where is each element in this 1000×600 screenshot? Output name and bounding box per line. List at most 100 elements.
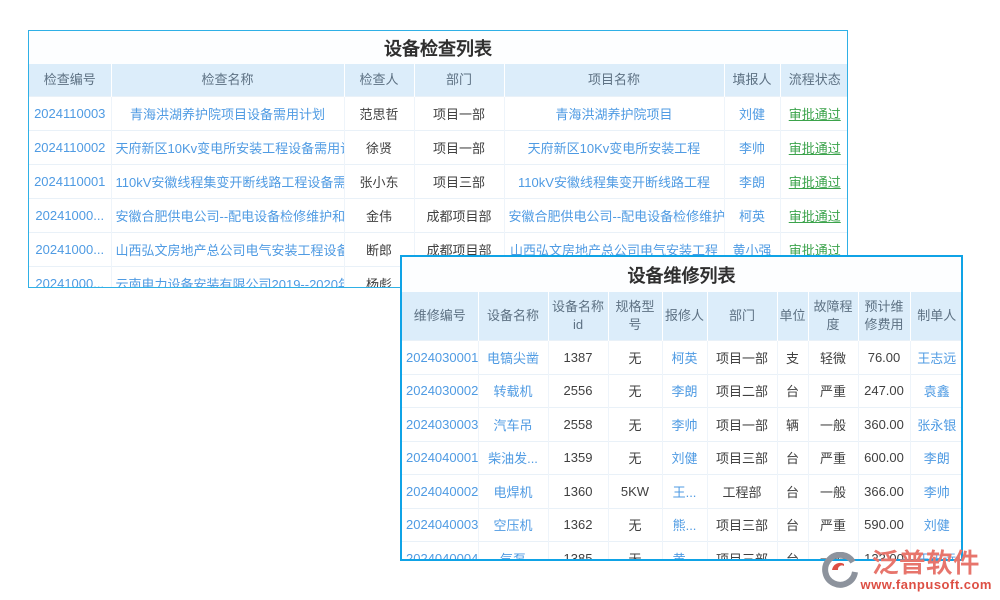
cell-project-name[interactable]: 安徽合肥供电公司--配电设备检修维护...: [504, 199, 724, 233]
cell-unit: 台: [777, 475, 808, 509]
col-header-reporter: 填报人: [724, 64, 780, 97]
cell-equipment-name[interactable]: 汽车吊: [478, 408, 548, 442]
repair-list-window: 设备维修列表 维修编号设备名称设备名称id规格型号报修人部门单位故障程度预计维修…: [400, 255, 963, 561]
col-header-repair-reporter: 报修人: [662, 292, 707, 341]
cell-repair-reporter[interactable]: 柯英: [662, 341, 707, 375]
cell-inspect-no[interactable]: 2024110001: [29, 165, 111, 199]
cell-equipment-id: 2556: [548, 374, 608, 408]
cell-repair-reporter[interactable]: 李朗: [662, 374, 707, 408]
cell-estimated-cost: 600.00: [858, 441, 910, 475]
table-row: 2024040003空压机1362无熊...项目三部台严重590.00刘健: [402, 508, 963, 542]
cell-flow-status[interactable]: 审批通过: [780, 131, 848, 165]
cell-repair-no[interactable]: 2024040004: [402, 542, 478, 562]
cell-repair-reporter[interactable]: 王...: [662, 475, 707, 509]
cell-estimated-cost: 366.00: [858, 475, 910, 509]
cell-department: 项目一部: [707, 341, 777, 375]
cell-unit: 支: [777, 341, 808, 375]
cell-order-creator[interactable]: 刘健: [910, 508, 963, 542]
cell-department: 项目一部: [414, 131, 504, 165]
cell-estimated-cost: 76.00: [858, 341, 910, 375]
cell-inspect-name[interactable]: 安徽合肥供电公司--配电设备检修维护和...: [111, 199, 344, 233]
col-header-estimated-cost: 预计维修费用: [858, 292, 910, 341]
table-row: 2024110002天府新区10Kv变电所安装工程设备需用计划徐贤项目一部天府新…: [29, 131, 848, 165]
fanpu-url: www.fanpusoft.com: [860, 577, 992, 592]
cell-repair-reporter[interactable]: 刘健: [662, 441, 707, 475]
repair-table: 维修编号设备名称设备名称id规格型号报修人部门单位故障程度预计维修费用制单人20…: [402, 292, 963, 561]
cell-inspect-name[interactable]: 青海洪湖养护院项目设备需用计划: [111, 97, 344, 131]
cell-equipment-name[interactable]: 电镐尖凿: [478, 341, 548, 375]
cell-inspect-name[interactable]: 天府新区10Kv变电所安装工程设备需用计划: [111, 131, 344, 165]
cell-spec-model: 无: [608, 374, 662, 408]
cell-reporter[interactable]: 李帅: [724, 131, 780, 165]
cell-repair-reporter[interactable]: 熊...: [662, 508, 707, 542]
cell-inspect-name[interactable]: 云南电力设备安装有限公司2019--2020年...: [111, 267, 344, 289]
cell-equipment-name[interactable]: 转载机: [478, 374, 548, 408]
cell-inspect-no[interactable]: 20241000...: [29, 233, 111, 267]
cell-inspect-name[interactable]: 山西弘文房地产总公司电气安装工程设备...: [111, 233, 344, 267]
col-header-spec-model: 规格型号: [608, 292, 662, 341]
cell-department: 成都项目部: [414, 199, 504, 233]
cell-repair-reporter[interactable]: 李帅: [662, 408, 707, 442]
table-row: 20241000...安徽合肥供电公司--配电设备检修维护和...金伟成都项目部…: [29, 199, 848, 233]
cell-fault-level: 一般: [808, 408, 858, 442]
fanpu-watermark-text: 泛普软件 www.fanpusoft.com: [860, 550, 992, 592]
cell-estimated-cost: 247.00: [858, 374, 910, 408]
cell-estimated-cost: 360.00: [858, 408, 910, 442]
col-header-department: 部门: [414, 64, 504, 97]
cell-project-name[interactable]: 110kV安徽线程集变开断线路工程: [504, 165, 724, 199]
cell-fault-level: 严重: [808, 508, 858, 542]
cell-inspector: 张小东: [344, 165, 414, 199]
cell-department: 项目三部: [414, 165, 504, 199]
table-row: 2024110001110kV安徽线程集变开断线路工程设备需...张小东项目三部…: [29, 165, 848, 199]
cell-repair-no[interactable]: 2024030002: [402, 374, 478, 408]
cell-order-creator[interactable]: 李帅: [910, 475, 963, 509]
cell-equipment-name[interactable]: 电焊机: [478, 475, 548, 509]
cell-flow-status[interactable]: 审批通过: [780, 165, 848, 199]
cell-department: 项目三部: [707, 508, 777, 542]
cell-fault-level: 严重: [808, 441, 858, 475]
cell-department: 项目二部: [707, 374, 777, 408]
cell-inspect-no[interactable]: 2024110003: [29, 97, 111, 131]
table-row: 2024030001电镐尖凿1387无柯英项目一部支轻微76.00王志远: [402, 341, 963, 375]
col-header-repair-no: 维修编号: [402, 292, 478, 341]
cell-order-creator[interactable]: 袁鑫: [910, 374, 963, 408]
cell-equipment-name[interactable]: 空压机: [478, 508, 548, 542]
table-row: 2024110003青海洪湖养护院项目设备需用计划范思哲项目一部青海洪湖养护院项…: [29, 97, 848, 131]
cell-unit: 台: [777, 542, 808, 562]
cell-repair-no[interactable]: 2024030001: [402, 341, 478, 375]
col-header-flow-status: 流程状态: [780, 64, 848, 97]
cell-inspect-no[interactable]: 20241000...: [29, 267, 111, 289]
cell-inspect-no[interactable]: 20241000...: [29, 199, 111, 233]
cell-reporter[interactable]: 刘健: [724, 97, 780, 131]
cell-repair-no[interactable]: 2024040002: [402, 475, 478, 509]
cell-spec-model: 无: [608, 341, 662, 375]
cell-order-creator[interactable]: 张永银: [910, 408, 963, 442]
cell-flow-status[interactable]: 审批通过: [780, 199, 848, 233]
cell-inspector: 金伟: [344, 199, 414, 233]
cell-unit: 台: [777, 374, 808, 408]
cell-inspect-name[interactable]: 110kV安徽线程集变开断线路工程设备需...: [111, 165, 344, 199]
cell-unit: 台: [777, 508, 808, 542]
cell-repair-no[interactable]: 2024040003: [402, 508, 478, 542]
cell-reporter[interactable]: 李朗: [724, 165, 780, 199]
cell-inspector: 范思哲: [344, 97, 414, 131]
cell-unit: 辆: [777, 408, 808, 442]
cell-repair-reporter[interactable]: 黄...: [662, 542, 707, 562]
cell-order-creator[interactable]: 王志远: [910, 341, 963, 375]
cell-flow-status[interactable]: 审批通过: [780, 97, 848, 131]
cell-order-creator[interactable]: 李朗: [910, 441, 963, 475]
cell-repair-no[interactable]: 2024040001: [402, 441, 478, 475]
cell-equipment-id: 1362: [548, 508, 608, 542]
cell-inspect-no[interactable]: 2024110002: [29, 131, 111, 165]
cell-repair-no[interactable]: 2024030003: [402, 408, 478, 442]
cell-reporter[interactable]: 柯英: [724, 199, 780, 233]
col-header-unit: 单位: [777, 292, 808, 341]
cell-equipment-id: 1359: [548, 441, 608, 475]
cell-equipment-name[interactable]: 气泵: [478, 542, 548, 562]
fanpu-brand-name: 泛普软件: [872, 550, 980, 576]
cell-equipment-name[interactable]: 柴油发...: [478, 441, 548, 475]
cell-project-name[interactable]: 青海洪湖养护院项目: [504, 97, 724, 131]
cell-project-name[interactable]: 天府新区10Kv变电所安装工程: [504, 131, 724, 165]
col-header-inspect-no: 检查编号: [29, 64, 111, 97]
cell-spec-model: 5KW: [608, 475, 662, 509]
